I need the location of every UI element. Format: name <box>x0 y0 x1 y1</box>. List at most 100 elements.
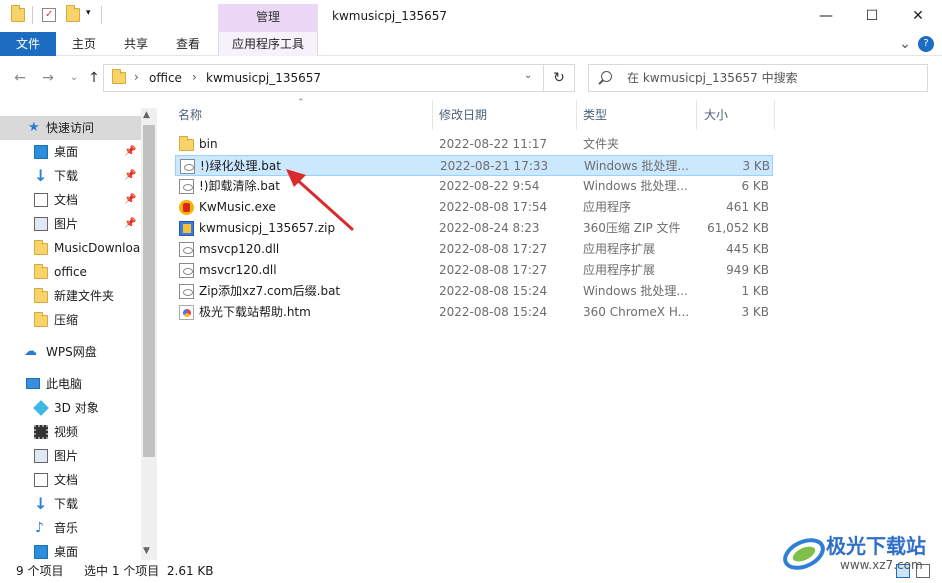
nav-wps-cloud[interactable]: ☁ WPS网盘 <box>0 340 141 364</box>
column-divider[interactable] <box>696 100 697 130</box>
batch-file-icon <box>179 284 194 299</box>
file-row-selected[interactable]: !)绿化处理.bat 2022-08-21 17:33 Windows 批处理.… <box>175 155 773 176</box>
folder-icon <box>11 5 25 22</box>
nav-videos[interactable]: 视频 <box>0 420 141 444</box>
column-divider[interactable] <box>774 100 775 130</box>
html-file-icon <box>179 305 194 320</box>
file-name: bin <box>199 137 218 151</box>
maximize-button[interactable]: ☐ <box>849 0 895 32</box>
search-input[interactable] <box>627 65 917 91</box>
folder-icon <box>34 264 48 279</box>
nav-pictures[interactable]: 图片 📌 <box>0 212 141 236</box>
nav-this-pc[interactable]: 此电脑 <box>0 372 141 396</box>
folder-icon <box>179 136 194 151</box>
search-icon-handle <box>598 79 604 85</box>
download-icon: ↓ <box>34 494 48 513</box>
nav-pc-documents[interactable]: 文档 <box>0 468 141 492</box>
nav-pc-pictures[interactable]: 图片 <box>0 444 141 468</box>
file-type: 应用程序 <box>583 200 632 214</box>
file-date: 2022-08-08 17:27 <box>439 263 548 277</box>
file-row[interactable]: kwmusicpj_135657.zip 2022-08-24 8:23 360… <box>175 218 773 239</box>
folder-icon <box>34 240 48 255</box>
tab-home[interactable]: 主页 <box>62 32 106 56</box>
file-date: 2022-08-22 11:17 <box>439 137 548 151</box>
nav-scrollbar-thumb[interactable] <box>143 125 155 457</box>
file-size: 1 KB <box>741 284 769 298</box>
manage-context-tab[interactable]: 管理 <box>218 4 318 32</box>
column-header-type[interactable]: 类型 <box>583 100 607 130</box>
folder-icon <box>112 69 126 84</box>
nav-pc-desktop[interactable]: 桌面 <box>0 540 141 560</box>
nav-label: 音乐 <box>54 521 79 535</box>
up-icon[interactable]: ↑ <box>84 68 104 88</box>
file-row[interactable]: msvcr120.dll 2022-08-08 17:27 应用程序扩展 949… <box>175 260 773 281</box>
nav-pc-downloads[interactable]: ↓ 下载 <box>0 492 141 516</box>
file-row[interactable]: 极光下载站帮助.htm 2022-08-08 15:24 360 ChromeX… <box>175 302 773 323</box>
file-size: 3 KB <box>742 159 770 173</box>
star-icon: ★ <box>28 120 40 135</box>
scroll-down-icon[interactable]: ▼ <box>143 546 150 556</box>
minimize-button[interactable]: — <box>803 0 849 32</box>
customize-toolbar-icon[interactable]: ▾ <box>86 8 91 18</box>
nav-label: 图片 <box>54 449 79 463</box>
file-date: 2022-08-24 8:23 <box>439 221 540 235</box>
nav-documents[interactable]: 文档 📌 <box>0 188 141 212</box>
breadcrumb-current-folder[interactable]: kwmusicpj_135657 <box>206 71 321 85</box>
recent-locations-icon[interactable]: ⌄ <box>64 68 84 88</box>
file-date: 2022-08-21 17:33 <box>440 159 549 173</box>
nav-desktop[interactable]: 桌面 📌 <box>0 140 141 164</box>
column-divider[interactable] <box>432 100 433 130</box>
nav-label: 此电脑 <box>46 377 83 391</box>
properties-icon[interactable]: ✓ <box>42 8 56 22</box>
pin-icon: 📌 <box>124 170 137 181</box>
tab-view[interactable]: 查看 <box>166 32 210 56</box>
file-row[interactable]: msvcp120.dll 2022-08-08 17:27 应用程序扩展 445… <box>175 239 773 260</box>
divider <box>101 6 102 24</box>
column-divider[interactable] <box>576 100 577 130</box>
breadcrumb-separator[interactable]: › <box>134 70 139 84</box>
column-header-name[interactable]: 名称 <box>178 100 202 130</box>
nav-folder-office[interactable]: office <box>0 260 141 284</box>
file-size: 445 KB <box>726 242 769 256</box>
file-type: 文件夹 <box>583 137 620 151</box>
breadcrumb-separator[interactable]: › <box>192 70 197 84</box>
file-row[interactable]: bin 2022-08-22 11:17 文件夹 <box>175 134 773 155</box>
refresh-button[interactable]: ↻ <box>543 64 575 92</box>
nav-folder-musicdownload[interactable]: MusicDownloa <box>0 236 141 260</box>
column-header-size[interactable]: 大小 <box>704 100 728 130</box>
file-type: 应用程序扩展 <box>583 242 656 256</box>
tab-file[interactable]: 文件 <box>0 32 56 56</box>
folder-icon <box>34 288 48 303</box>
breadcrumb-office[interactable]: office <box>149 71 182 85</box>
file-row[interactable]: !)卸载清除.bat 2022-08-22 9:54 Windows 批处理..… <box>175 176 773 197</box>
file-row[interactable]: Zip添加xz7.com后缀.bat 2022-08-08 15:24 Wind… <box>175 281 773 302</box>
nav-3d-objects[interactable]: 3D 对象 <box>0 396 141 420</box>
new-folder-icon[interactable] <box>66 5 80 22</box>
search-box[interactable] <box>588 64 928 92</box>
tab-application-tools[interactable]: 应用程序工具 <box>218 32 318 56</box>
scroll-up-icon[interactable]: ▲ <box>143 110 150 120</box>
divider <box>32 6 33 24</box>
nav-downloads[interactable]: ↓ 下载 📌 <box>0 164 141 188</box>
close-button[interactable]: ✕ <box>895 0 941 32</box>
file-size: 61,052 KB <box>707 221 769 235</box>
forward-icon[interactable]: → <box>38 68 58 88</box>
file-row[interactable]: KwMusic.exe 2022-08-08 17:54 应用程序 461 KB <box>175 197 773 218</box>
ribbon-collapse-icon[interactable]: ⌄ <box>896 32 914 56</box>
nav-music[interactable]: ♪ 音乐 <box>0 516 141 540</box>
address-dropdown-icon[interactable]: ⌄ <box>524 70 532 81</box>
back-icon[interactable]: ← <box>10 68 30 88</box>
desktop-icon <box>34 145 48 159</box>
address-bar[interactable]: › office › kwmusicpj_135657 ⌄ <box>103 64 544 92</box>
nav-folder-compress[interactable]: 压缩 <box>0 308 141 332</box>
nav-quick-access[interactable]: ★ 快速访问 <box>0 116 141 140</box>
selection-info: 选中 1 个项目 2.61 KB <box>84 564 214 578</box>
title-bar: ✓ ▾ 管理 kwmusicpj_135657 — ☐ ✕ <box>0 0 942 32</box>
help-icon[interactable]: ? <box>918 36 934 52</box>
tab-share[interactable]: 共享 <box>114 32 158 56</box>
column-header-date[interactable]: 修改日期 <box>439 100 487 130</box>
file-size: 6 KB <box>741 179 769 193</box>
music-icon: ♪ <box>35 520 44 536</box>
picture-icon <box>34 217 48 231</box>
nav-folder-new[interactable]: 新建文件夹 <box>0 284 141 308</box>
